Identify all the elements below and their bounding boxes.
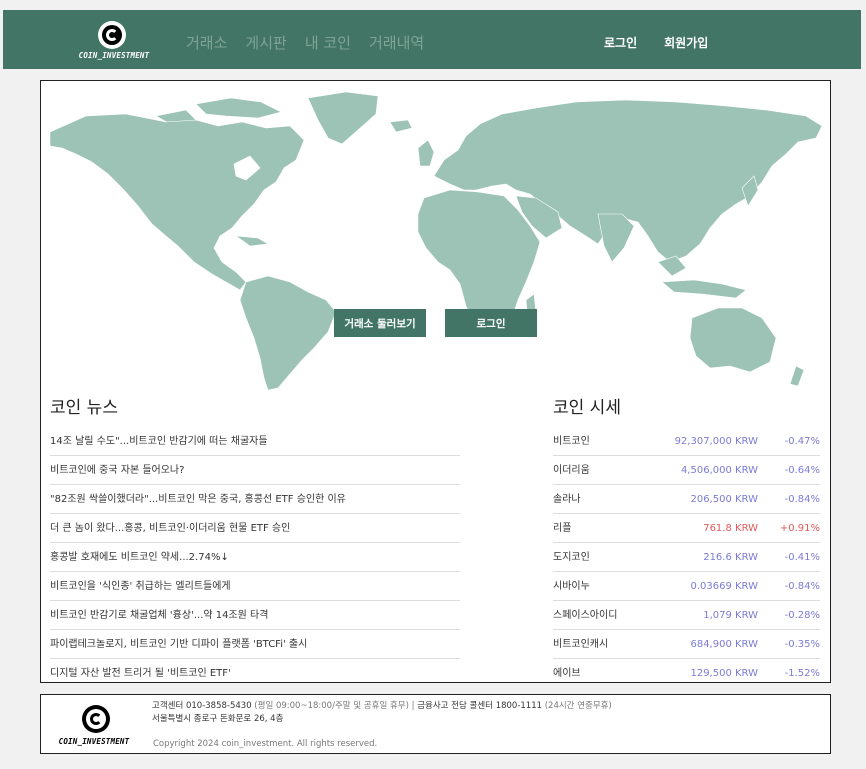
- price-row[interactable]: 도지코인 216.6 KRW -0.41%: [553, 543, 820, 572]
- footer-logo-text: COIN_INVESTMENT: [58, 737, 130, 746]
- price-row[interactable]: 비트코인 92,307,000 KRW -0.47%: [553, 427, 820, 456]
- nav-exchange[interactable]: 거래소: [186, 32, 227, 53]
- coin-price: 684,900 KRW: [690, 639, 758, 650]
- hero-login-button[interactable]: 로그인: [445, 309, 537, 337]
- footer-logo: COIN_INVESTMENT: [45, 704, 143, 746]
- coin-price: 216.6 KRW: [703, 552, 758, 563]
- price-row[interactable]: 스페이스아이디 1,079 KRW -0.28%: [553, 601, 820, 630]
- coin-price: 4,506,000 KRW: [680, 465, 758, 476]
- news-item[interactable]: 디지털 자산 발전 트리거 될 '비트코인 ETF': [50, 659, 460, 688]
- news-item[interactable]: 홍콩발 호재에도 비트코인 약세...2.74%↓: [50, 543, 460, 572]
- price-row[interactable]: 시바이누 0.03669 KRW -0.84%: [553, 572, 820, 601]
- coin-change: -0.35%: [784, 639, 820, 650]
- coin-change: -0.84%: [784, 494, 820, 505]
- price-row[interactable]: 리플 761.8 KRW +0.91%: [553, 514, 820, 543]
- footer-info: 고객센터 010-3858-5430 (평일 09:00~18:00/주말 및 …: [152, 700, 612, 726]
- coin-change: -0.41%: [784, 552, 820, 563]
- price-row[interactable]: 솔라나 206,500 KRW -0.84%: [553, 485, 820, 514]
- coin-name: 에이브: [553, 668, 581, 679]
- customer-hours: (평일 09:00~18:00/주말 및 공휴일 휴무) |: [251, 701, 418, 711]
- coin-price: 129,500 KRW: [690, 668, 758, 679]
- coin-price: 0.03669 KRW: [690, 581, 758, 592]
- browse-exchange-button[interactable]: 거래소 둘러보기: [334, 309, 426, 337]
- news-item[interactable]: 14조 날릴 수도"...비트코인 반감기에 떠는 채굴자들: [50, 427, 460, 456]
- nav-board[interactable]: 게시판: [245, 32, 286, 53]
- coin-change: +0.91%: [779, 523, 820, 534]
- price-row[interactable]: 비트코인캐시 684,900 KRW -0.35%: [553, 630, 820, 659]
- main-content: 거래소 둘러보기 로그인 코인 뉴스 14조 날릴 수도"...비트코인 반감기…: [40, 80, 831, 683]
- customer-center: 고객센터 010-3858-5430: [152, 701, 252, 711]
- coin-price: 761.8 KRW: [703, 523, 758, 534]
- auth-links: 로그인 회원가입: [604, 34, 708, 51]
- logo-text: COIN_INVESTMENT: [78, 51, 150, 60]
- coin-change: -0.84%: [784, 581, 820, 592]
- coin-name: 이더리움: [553, 465, 590, 476]
- login-link[interactable]: 로그인: [604, 34, 637, 51]
- prices-title: 코인 시세: [553, 398, 621, 418]
- coin-name: 도지코인: [553, 552, 590, 563]
- fraud-hours: (24시간 연중무휴): [542, 701, 612, 711]
- signup-link[interactable]: 회원가입: [664, 34, 708, 51]
- nav-my-coin[interactable]: 내 코인: [305, 32, 351, 53]
- coin-price: 92,307,000 KRW: [674, 436, 758, 447]
- fraud-callcenter: 금융사고 전담 콜센터 1800-1111: [417, 701, 543, 711]
- top-navigation-bar: COIN_INVESTMENT 거래소 게시판 내 코인 거래내역 로그인 회원…: [3, 10, 861, 69]
- main-nav: 거래소 게시판 내 코인 거래내역: [186, 32, 424, 53]
- coin-change: -0.64%: [784, 465, 820, 476]
- news-item[interactable]: "82조원 싹쓸이했더라"...비트코인 막은 중국, 홍콩선 ETF 승인한 …: [50, 485, 460, 514]
- footer-contact-line: 고객센터 010-3858-5430 (평일 09:00~18:00/주말 및 …: [152, 700, 612, 713]
- coin-prices-section: 코인 시세 비트코인 92,307,000 KRW -0.47% 이더리움 4,…: [553, 393, 820, 688]
- nav-history[interactable]: 거래내역: [369, 32, 424, 53]
- coin-logo-icon: [98, 21, 126, 49]
- coin-change: -1.52%: [784, 668, 820, 679]
- news-item[interactable]: 비트코인 반감기로 채굴업체 '흉상'...약 14조원 타격: [50, 601, 460, 630]
- price-row[interactable]: 에이브 129,500 KRW -1.52%: [553, 659, 820, 688]
- site-logo[interactable]: COIN_INVESTMENT: [65, 20, 163, 62]
- news-item[interactable]: 비트코인에 중국 자본 들어오나?: [50, 456, 460, 485]
- site-footer: COIN_INVESTMENT 고객센터 010-3858-5430 (평일 0…: [40, 694, 831, 754]
- news-item[interactable]: 더 큰 놈이 왔다...홍콩, 비트코인·이더리움 현물 ETF 승인: [50, 514, 460, 543]
- news-item[interactable]: 비트코인을 '식인종' 취급하는 엘리트들에게: [50, 572, 460, 601]
- world-map-image: [49, 91, 823, 391]
- coin-name: 스페이스아이디: [553, 610, 618, 621]
- coin-name: 비트코인캐시: [553, 639, 609, 650]
- price-row[interactable]: 이더리움 4,506,000 KRW -0.64%: [553, 456, 820, 485]
- footer-address: 서울특별시 종로구 돈화문로 26, 4층: [152, 714, 284, 724]
- news-title: 코인 뉴스: [50, 398, 118, 418]
- coin-name: 리플: [553, 523, 572, 534]
- coin-change: -0.28%: [784, 610, 820, 621]
- coin-name: 시바이누: [553, 581, 590, 592]
- footer-copyright: Copyright 2024 coin_investment. All righ…: [153, 739, 378, 749]
- coin-logo-icon: [82, 705, 110, 733]
- coin-price: 1,079 KRW: [703, 610, 758, 621]
- coin-change: -0.47%: [784, 436, 820, 447]
- coin-name: 비트코인: [553, 436, 590, 447]
- coin-price: 206,500 KRW: [690, 494, 758, 505]
- coin-name: 솔라나: [553, 494, 581, 505]
- news-item[interactable]: 파이랩테크놀로지, 비트코인 기반 디파이 플랫폼 'BTCFi' 출시: [50, 630, 460, 659]
- coin-news-section: 코인 뉴스 14조 날릴 수도"...비트코인 반감기에 떠는 채굴자들 비트코…: [50, 393, 460, 688]
